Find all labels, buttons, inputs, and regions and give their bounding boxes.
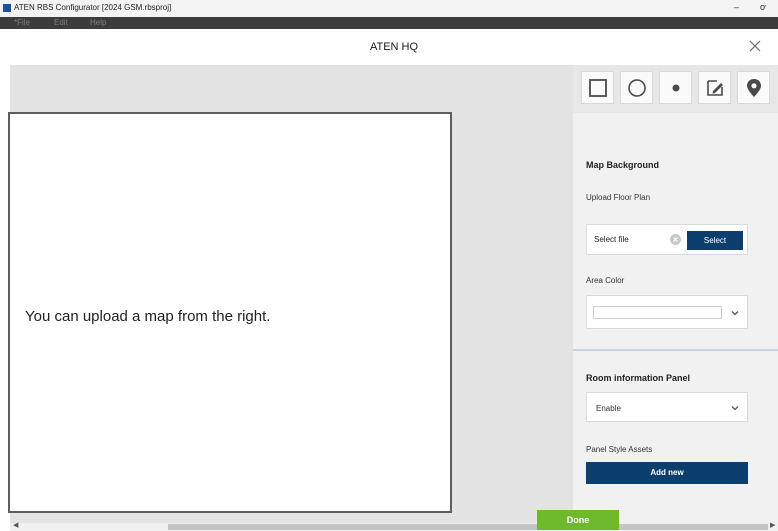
area-color-label: Area Color: [586, 276, 625, 285]
square-icon: [588, 78, 607, 97]
area-color-input[interactable]: [593, 306, 722, 319]
restore-button[interactable]: ơ: [760, 2, 766, 12]
panel-style-assets-label: Panel Style Assets: [586, 445, 653, 454]
map-pin-icon: [746, 78, 761, 97]
menu-help[interactable]: Help: [90, 18, 106, 27]
chevron-down-icon[interactable]: [730, 403, 740, 413]
menu-bar: *File Edit Help: [0, 17, 778, 29]
marker-tool[interactable]: [737, 71, 770, 104]
properties-panel: Map Background Upload Floor Plan Select …: [573, 65, 778, 523]
panel-divider: [573, 349, 778, 351]
add-new-button[interactable]: Add new: [586, 462, 748, 484]
file-name-text: Select file: [594, 235, 629, 244]
shape-toolbar: [573, 65, 778, 113]
window-titlebar: ATEN RBS Configurator [2024 GSM.rbsproj]…: [0, 0, 778, 17]
done-button[interactable]: Done: [537, 510, 619, 530]
room-panel-select[interactable]: Enable: [586, 392, 748, 422]
menu-edit[interactable]: Edit: [54, 18, 68, 27]
clear-icon[interactable]: [670, 234, 681, 245]
circle-icon: [627, 78, 646, 97]
chevron-down-icon[interactable]: [730, 308, 740, 318]
map-area[interactable]: You can upload a map from the right.: [8, 112, 452, 513]
dot-icon: [672, 84, 679, 91]
edit-tool[interactable]: [698, 71, 731, 104]
app-icon: [3, 4, 11, 12]
map-canvas[interactable]: You can upload a map from the right.: [8, 65, 573, 523]
room-information-panel-title: Room information Panel: [586, 373, 691, 383]
edit-icon: [706, 79, 723, 96]
select-file-button[interactable]: Select: [687, 231, 743, 250]
area-color-picker[interactable]: [586, 295, 748, 329]
window-title: ATEN RBS Configurator [2024 GSM.rbsproj]: [14, 3, 172, 12]
map-dialog: ATEN HQ You can upload a map from the ri…: [8, 29, 778, 531]
point-tool[interactable]: [659, 71, 692, 104]
dialog-title: ATEN HQ: [369, 41, 419, 53]
circle-tool[interactable]: [620, 71, 653, 104]
rectangle-tool[interactable]: [581, 71, 614, 104]
scrollbar-thumb[interactable]: [168, 524, 768, 530]
map-hint-text: You can upload a map from the right.: [25, 308, 271, 325]
file-picker[interactable]: Select file Select: [586, 224, 748, 255]
close-icon[interactable]: [748, 39, 762, 53]
dialog-header: ATEN HQ: [10, 29, 778, 64]
upload-floor-plan-label: Upload Floor Plan: [586, 193, 651, 202]
scroll-right-icon[interactable]: ▶: [770, 521, 775, 529]
map-background-title: Map Background: [586, 160, 660, 170]
minimize-button[interactable]: –: [734, 2, 739, 12]
room-panel-value: Enable: [596, 404, 621, 413]
scroll-left-icon[interactable]: ◀: [13, 521, 18, 529]
horizontal-scrollbar[interactable]: ◀ ▶: [10, 521, 778, 531]
menu-file[interactable]: *File: [14, 18, 30, 27]
